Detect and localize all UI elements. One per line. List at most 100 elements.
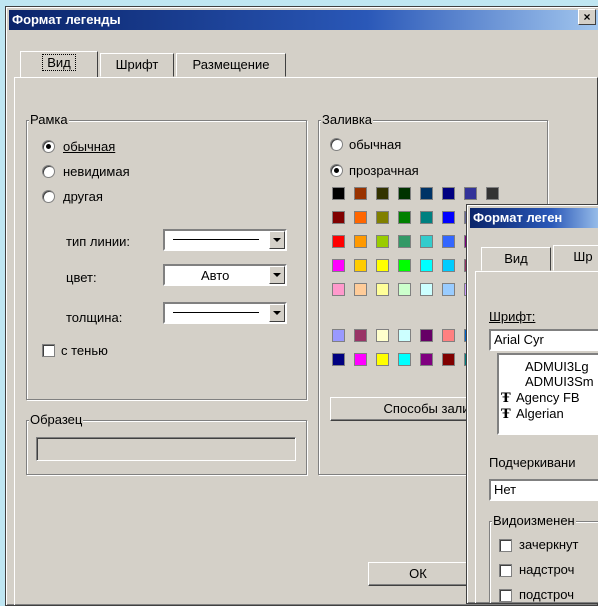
color-swatch[interactable] (420, 187, 433, 200)
color-swatch[interactable] (398, 353, 411, 366)
strikethrough-checkbox[interactable] (499, 539, 512, 552)
tab-placement[interactable]: Размещение (176, 53, 286, 77)
dialog-title: Формат леген (473, 210, 563, 225)
subscript-label: подстроч (519, 587, 574, 602)
frame-legend: Рамка (29, 112, 69, 127)
color-swatch[interactable] (442, 235, 455, 248)
color-swatch[interactable] (442, 187, 455, 200)
font-input[interactable]: Arial Cyr (489, 329, 598, 351)
color-swatch[interactable] (420, 211, 433, 224)
subscript-checkbox[interactable] (499, 589, 512, 602)
color-swatch[interactable] (354, 235, 367, 248)
color-swatch[interactable] (354, 283, 367, 296)
weight-sample (173, 312, 259, 313)
shadow-label: с тенью (61, 343, 108, 358)
color-swatch[interactable] (376, 329, 389, 342)
color-swatch[interactable] (332, 353, 345, 366)
frame-radio-custom-label: другая (63, 189, 103, 204)
chevron-down-icon[interactable] (269, 266, 285, 284)
color-swatch[interactable] (398, 283, 411, 296)
fill-radio-transparent[interactable] (330, 164, 343, 177)
tab-font[interactable]: Шрифт (100, 53, 174, 77)
color-select[interactable]: Авто (163, 264, 287, 286)
fill-radio-transparent-label: прозрачная (349, 163, 419, 178)
fill-legend: Заливка (321, 112, 374, 127)
color-swatch[interactable] (398, 211, 411, 224)
fill-radio-normal-label: обычная (349, 137, 402, 152)
color-swatch[interactable] (332, 259, 345, 272)
weight-label: толщина: (66, 310, 123, 325)
color-swatch[interactable] (442, 283, 455, 296)
title-bar: Формат леген (470, 208, 598, 228)
chevron-down-icon[interactable] (269, 231, 285, 249)
shadow-checkbox[interactable] (42, 344, 55, 357)
chevron-down-icon[interactable] (269, 304, 285, 322)
underline-select[interactable]: Нет (489, 479, 598, 501)
color-swatch[interactable] (398, 235, 411, 248)
line-type-sample (173, 239, 259, 240)
color-swatch[interactable] (398, 187, 411, 200)
color-swatch[interactable] (376, 353, 389, 366)
color-swatch[interactable] (398, 329, 411, 342)
font-label: Шрифт: (489, 309, 536, 324)
sample-legend: Образец (29, 412, 84, 427)
color-swatch[interactable] (332, 211, 345, 224)
color-swatch[interactable] (332, 235, 345, 248)
color-swatch[interactable] (486, 187, 499, 200)
color-select-value: Авто (201, 268, 230, 283)
color-swatch[interactable] (376, 211, 389, 224)
color-swatch[interactable] (442, 259, 455, 272)
fill-radio-normal[interactable] (330, 138, 343, 151)
title-bar: Формат легенды (9, 10, 598, 30)
ok-button[interactable]: ОК (368, 562, 468, 586)
list-item[interactable]: Ŧ Agency FB (499, 390, 598, 406)
color-swatch[interactable] (354, 329, 367, 342)
frame-radio-normal-label: обычная (63, 139, 116, 154)
list-item[interactable]: ADMUI3Lg (525, 359, 589, 374)
color-swatch[interactable] (464, 187, 477, 200)
frame-radio-invisible[interactable] (42, 165, 55, 178)
effects-legend: Видоизменен (492, 513, 576, 528)
color-swatch[interactable] (420, 235, 433, 248)
list-item[interactable]: ADMUI3Sm (525, 374, 594, 389)
tab-view[interactable]: Вид (481, 247, 551, 271)
color-swatch[interactable] (420, 353, 433, 366)
color-swatch[interactable] (442, 329, 455, 342)
tab-font[interactable]: Шр (553, 245, 598, 271)
color-swatch[interactable] (376, 235, 389, 248)
font-list[interactable]: ADMUI3Lg ADMUI3Sm Ŧ Agency FB Ŧ Algerian (497, 353, 598, 435)
color-swatch[interactable] (442, 211, 455, 224)
color-swatch[interactable] (376, 283, 389, 296)
truetype-icon: Ŧ (501, 391, 511, 406)
frame-radio-normal[interactable] (42, 140, 55, 153)
frame-radio-custom[interactable] (42, 190, 55, 203)
color-swatch[interactable] (376, 259, 389, 272)
color-swatch[interactable] (442, 353, 455, 366)
superscript-label: надстроч (519, 562, 575, 577)
dialog-title: Формат легенды (12, 12, 121, 27)
color-swatch[interactable] (420, 283, 433, 296)
color-swatch[interactable] (420, 329, 433, 342)
color-swatch[interactable] (354, 353, 367, 366)
weight-select[interactable] (163, 302, 287, 324)
color-swatch[interactable] (376, 187, 389, 200)
superscript-checkbox[interactable] (499, 564, 512, 577)
color-swatch[interactable] (398, 259, 411, 272)
color-swatch[interactable] (332, 329, 345, 342)
format-legend-dialog-font: Формат леген Вид Шр Шрифт: Arial Cyr ADM… (466, 204, 598, 604)
line-type-select[interactable] (163, 229, 287, 251)
color-swatch[interactable] (332, 187, 345, 200)
color-swatch[interactable] (354, 259, 367, 272)
strikethrough-label: зачеркнут (519, 537, 579, 552)
sample-preview (36, 437, 296, 461)
close-button[interactable]: × (578, 9, 596, 25)
tab-view[interactable]: Вид (20, 51, 98, 78)
frame-radio-invisible-label: невидимая (63, 164, 130, 179)
list-item[interactable]: Ŧ Algerian (499, 406, 598, 422)
color-swatch[interactable] (354, 187, 367, 200)
close-icon: × (583, 10, 591, 24)
color-swatch[interactable] (332, 283, 345, 296)
line-type-label: тип линии: (66, 234, 131, 249)
color-swatch[interactable] (420, 259, 433, 272)
color-swatch[interactable] (354, 211, 367, 224)
